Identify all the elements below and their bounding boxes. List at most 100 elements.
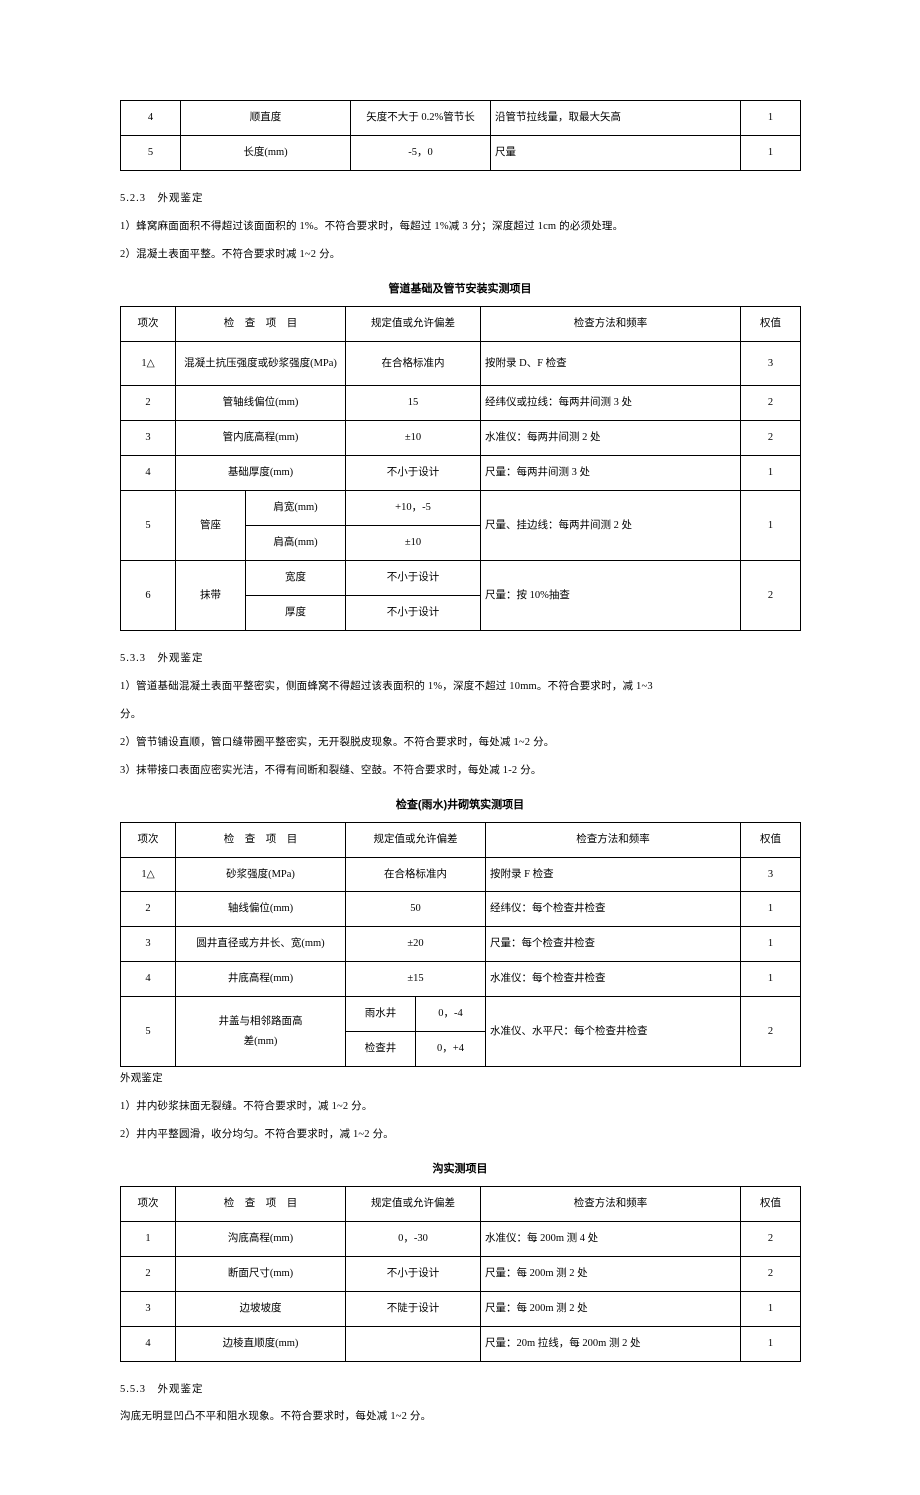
cell: 4 — [121, 962, 176, 997]
cell: 沟底高程(mm) — [176, 1221, 346, 1256]
th-t2-0: 项次 — [121, 306, 176, 341]
cell: 肩宽(mm) — [246, 491, 346, 526]
cell: 长度(mm) — [181, 135, 351, 170]
cell: 4 — [121, 1326, 176, 1361]
cell: 3 — [121, 927, 176, 962]
p-533-1b: 分。 — [120, 705, 800, 725]
cell: 井底高程(mm) — [176, 962, 346, 997]
cell: 1 — [741, 962, 801, 997]
cell: 肩高(mm) — [246, 526, 346, 561]
cell: 尺量：每 200m 测 2 处 — [481, 1256, 741, 1291]
cell: 2 — [741, 997, 801, 1067]
cell: 2 — [741, 1256, 801, 1291]
th-t2-2: 规定值或允许偏差 — [346, 306, 481, 341]
cell: 0，+4 — [416, 1032, 486, 1067]
th-t4-1: 检 查 项 目 — [176, 1186, 346, 1221]
cell: 15 — [346, 386, 481, 421]
cell: 0，-30 — [346, 1221, 481, 1256]
cell: ±20 — [346, 927, 486, 962]
cell: 不小于设计 — [346, 596, 481, 631]
cell: 矢度不大于 0.2%管节长 — [351, 101, 491, 136]
heading-533: 5.3.3 外观鉴定 — [120, 649, 800, 669]
cell: 水准仪：每个检查井检查 — [486, 962, 741, 997]
cell: 尺量、挂边线：每两井间测 2 处 — [481, 491, 741, 561]
cell: 6 — [121, 561, 176, 631]
cell: 尺量 — [491, 135, 741, 170]
table-ditch: 项次 检 查 项 目 规定值或允许偏差 检查方法和频率 权值 1沟底高程(mm)… — [120, 1186, 801, 1362]
cell: 按附录 D、F 检查 — [481, 341, 741, 386]
table-pipe-foundation: 项次 检 查 项 目 规定值或允许偏差 检查方法和频率 权值 1△ 混凝土抗压强… — [120, 306, 801, 631]
cell: 尺量：每两井间测 3 处 — [481, 456, 741, 491]
cell: 抹带 — [176, 561, 246, 631]
cell: 轴线偏位(mm) — [176, 892, 346, 927]
heading-523: 5.2.3 外观鉴定 — [120, 189, 800, 209]
th-t3-3: 检查方法和频率 — [486, 822, 741, 857]
th-t4-0: 项次 — [121, 1186, 176, 1221]
caption-table2: 管道基础及管节安装实测项目 — [120, 279, 800, 300]
cell: 1 — [741, 135, 801, 170]
th-t4-2: 规定值或允许偏差 — [346, 1186, 481, 1221]
cell: 2 — [741, 386, 801, 421]
table-fragment-top: 4顺直度矢度不大于 0.2%管节长沿管节拉线量，取最大矢高15长度(mm)-5，… — [120, 100, 801, 171]
th-t3-4: 权值 — [741, 822, 801, 857]
cell: 混凝土抗压强度或砂浆强度(MPa) — [176, 341, 346, 386]
cell: 1 — [741, 927, 801, 962]
p-523-2: 2）混凝土表面平整。不符合要求时减 1~2 分。 — [120, 245, 800, 265]
cell: ±10 — [346, 421, 481, 456]
cell: 3 — [121, 421, 176, 456]
cell: 2 — [121, 892, 176, 927]
cell: 2 — [121, 386, 176, 421]
cell: 边棱直顺度(mm) — [176, 1326, 346, 1361]
cell: 1 — [741, 456, 801, 491]
cell: 2 — [741, 1221, 801, 1256]
cell: 1 — [121, 1221, 176, 1256]
cell: 不小于设计 — [346, 456, 481, 491]
th-t2-4: 权值 — [741, 306, 801, 341]
th-t4-3: 检查方法和频率 — [481, 1186, 741, 1221]
cell: 尺量：每个检查井检查 — [486, 927, 741, 962]
cell: -5，0 — [351, 135, 491, 170]
cell-line1: 井盖与相邻路面高 — [178, 1012, 343, 1032]
cell: 5 — [121, 997, 176, 1067]
p-533-1: 1）管道基础混凝土表面平整密实，侧面蜂窝不得超过该表面积的 1%，深度不超过 1… — [120, 677, 800, 697]
p-wg-2: 2）井内平整圆滑，收分均匀。不符合要求时，减 1~2 分。 — [120, 1125, 800, 1145]
cell: 不陡于设计 — [346, 1291, 481, 1326]
cell: 按附录 F 检查 — [486, 857, 741, 892]
cell: ±15 — [346, 962, 486, 997]
cell: 管轴线偏位(mm) — [176, 386, 346, 421]
cell: 4 — [121, 101, 181, 136]
cell: 5 — [121, 135, 181, 170]
th-t3-2: 规定值或允许偏差 — [346, 822, 486, 857]
cell: 1 — [741, 892, 801, 927]
cell: 厚度 — [246, 596, 346, 631]
cell: 尺量：每 200m 测 2 处 — [481, 1291, 741, 1326]
cell: 在合格标准内 — [346, 341, 481, 386]
cell: 管座 — [176, 491, 246, 561]
th-t4-4: 权值 — [741, 1186, 801, 1221]
cell: 不小于设计 — [346, 1256, 481, 1291]
cell: 1 — [741, 491, 801, 561]
cell: 经纬仪：每个检查井检查 — [486, 892, 741, 927]
cell: 2 — [741, 421, 801, 456]
cell: 在合格标准内 — [346, 857, 486, 892]
cell: 断面尺寸(mm) — [176, 1256, 346, 1291]
cell: 顺直度 — [181, 101, 351, 136]
th-t3-0: 项次 — [121, 822, 176, 857]
cell: 井盖与相邻路面高 差(mm) — [176, 997, 346, 1067]
table-inspection-well: 项次 检 查 项 目 规定值或允许偏差 检查方法和频率 权值 1△ 砂浆强度(M… — [120, 822, 801, 1068]
p-523-1: 1）蜂窝麻面面积不得超过该面面积的 1%。不符合要求时，每超过 1%减 3 分；… — [120, 217, 800, 237]
cell: 5 — [121, 491, 176, 561]
cell: 水准仪：每 200m 测 4 处 — [481, 1221, 741, 1256]
cell: 1 — [741, 1291, 801, 1326]
p-533-3: 3）抹带接口表面应密实光洁，不得有间断和裂缝、空鼓。不符合要求时，每处减 1-2… — [120, 761, 800, 781]
cell: 边坡坡度 — [176, 1291, 346, 1326]
th-t2-3: 检查方法和频率 — [481, 306, 741, 341]
p-wg-1: 1）井内砂浆抹面无裂缝。不符合要求时，减 1~2 分。 — [120, 1097, 800, 1117]
cell: 1 — [741, 101, 801, 136]
cell: 3 — [741, 341, 801, 386]
cell: 2 — [741, 561, 801, 631]
cell: 3 — [741, 857, 801, 892]
cell — [346, 1326, 481, 1361]
cell: 0，-4 — [416, 997, 486, 1032]
caption-table4: 沟实测项目 — [120, 1159, 800, 1180]
